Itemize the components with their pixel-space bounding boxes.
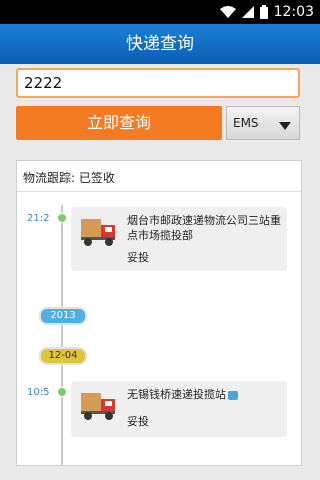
tracking-status-label: 物流跟踪: 已签收 <box>23 171 115 185</box>
event-card[interactable]: 烟台市邮政速递物流公司三站重点市场揽投部 妥投 <box>71 207 287 271</box>
date-marker: 12-04 <box>39 347 87 365</box>
courier-select-value: EMS <box>233 116 259 130</box>
event-status: 妥投 <box>127 415 149 428</box>
badge-icon <box>228 390 238 400</box>
status-time: 12:03 <box>273 4 314 20</box>
timeline-line <box>61 205 63 465</box>
courier-select[interactable]: EMS <box>226 106 300 140</box>
wifi-icon <box>219 6 236 18</box>
dropdown-arrow-icon <box>279 119 291 133</box>
event-location: 烟台市邮政速递物流公司三站重点市场揽投部 <box>127 214 281 242</box>
timeline-dot <box>57 213 67 223</box>
event-location-text: 无锡钱桥速递投揽站 <box>127 388 226 401</box>
event-card[interactable]: 无锡钱桥速递投揽站 妥投 <box>71 381 287 437</box>
status-bar: 12:03 <box>0 0 320 24</box>
event-time: 10:5 <box>27 387 50 398</box>
signal-icon <box>241 6 254 18</box>
status-icons: 12:03 <box>219 4 314 20</box>
truck-icon <box>79 215 119 253</box>
page-title: 快递查询 <box>0 24 320 64</box>
query-button[interactable]: 立即查询 <box>16 106 222 140</box>
panel-divider <box>17 191 301 192</box>
truck-icon <box>79 389 119 427</box>
event-location: 无锡钱桥速递投揽站 <box>127 387 281 402</box>
event-time: 21:2 <box>27 213 50 224</box>
year-marker: 2013 <box>39 307 87 325</box>
event-status: 妥投 <box>127 251 149 264</box>
tracking-panel: 物流跟踪: 已签收 21:2 烟台市邮政速递物流公司三站重点市场揽投部 妥投 2… <box>16 160 302 466</box>
battery-icon <box>259 5 268 19</box>
timeline-dot <box>57 387 67 397</box>
tracking-number-input[interactable]: 2222 <box>16 68 300 98</box>
